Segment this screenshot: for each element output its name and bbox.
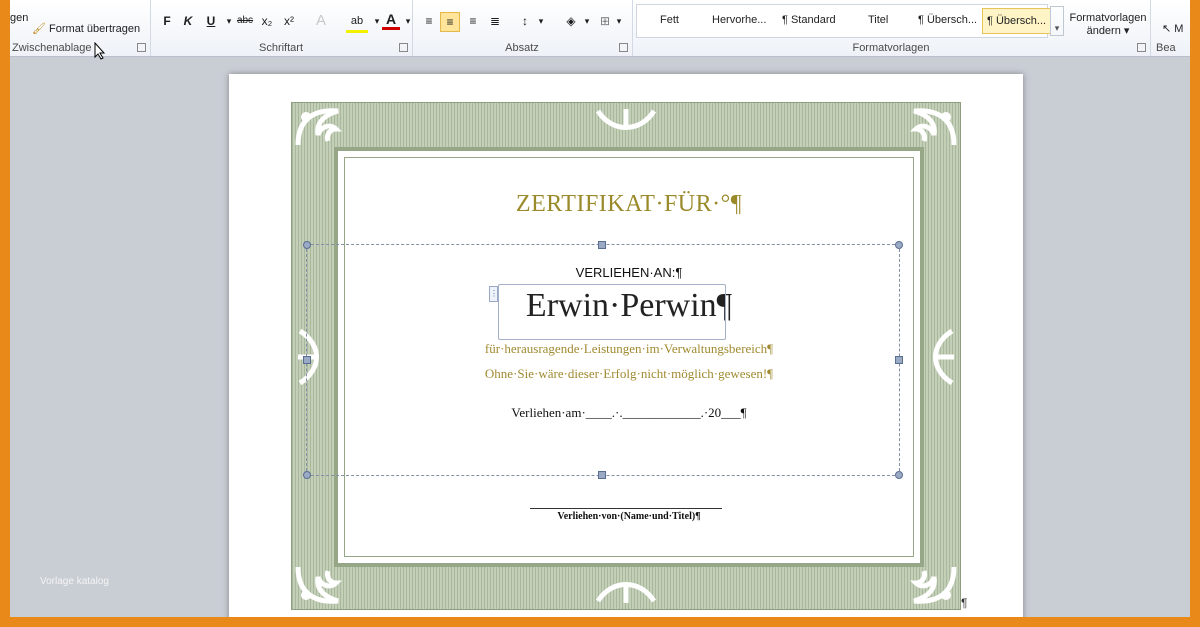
format-painter-label: Format übertragen — [49, 23, 141, 35]
bold-button[interactable]: F — [158, 12, 176, 30]
resize-handle[interactable] — [303, 241, 311, 249]
resize-handle[interactable] — [598, 241, 606, 249]
change-styles-label-1: Formatvorlagen — [1069, 12, 1147, 24]
highlight-button[interactable]: ab — [346, 12, 368, 33]
paragraph-group-label: Absatz — [505, 42, 539, 54]
resize-handle[interactable] — [598, 471, 606, 479]
cursor-icon: ↖ — [1162, 23, 1172, 35]
format-painter-button[interactable]: 🖌 Format übertragen — [32, 22, 140, 35]
field-handle-icon[interactable]: ⋮ — [489, 286, 498, 302]
editing-group-label: Bea — [1156, 42, 1176, 54]
font-color-button[interactable]: A — [382, 12, 400, 30]
superscript-button[interactable]: x² — [280, 12, 298, 30]
subscript-button[interactable]: x₂ — [258, 12, 276, 30]
signature-label[interactable]: Verliehen·von·(Name·und·Titel)¶ — [338, 511, 920, 522]
strikethrough-button[interactable]: abc — [236, 12, 254, 30]
font-launcher-icon[interactable] — [399, 43, 408, 52]
shading-dropdown-icon[interactable]: ▾ — [578, 12, 596, 30]
change-styles-button[interactable]: Formatvorlagen ändern ▾ — [1068, 12, 1148, 37]
resize-handle[interactable] — [895, 356, 903, 364]
align-right-icon[interactable]: ≡ — [464, 12, 482, 30]
styles-group: Fett Hervorhe... ¶ Standard Titel ¶ Über… — [632, 0, 1151, 56]
mouse-pointer-icon — [94, 42, 106, 60]
corner-ornament-icon — [295, 108, 343, 146]
top-ornament-icon — [595, 109, 657, 130]
brush-icon: 🖌 — [32, 23, 46, 35]
justify-icon[interactable]: ≣ — [486, 12, 504, 30]
font-group-label: Schriftart — [258, 42, 303, 54]
clipboard-group-label: Zwischenablage — [12, 42, 92, 54]
clipboard-launcher-icon[interactable] — [137, 43, 146, 52]
resize-handle[interactable] — [303, 471, 311, 479]
underline-button[interactable]: U — [202, 12, 220, 30]
change-styles-label-2: ändern ▾ — [1086, 25, 1130, 37]
certificate-title[interactable]: ZERTIFIKAT·FÜR·°¶ — [338, 191, 920, 218]
align-left-icon[interactable]: ≡ — [420, 12, 438, 30]
corner-ornament-icon — [295, 566, 343, 604]
textbox-selection[interactable] — [306, 244, 900, 476]
pilcrow-bottom: ¶ — [961, 596, 968, 610]
styles-more-icon[interactable]: ▾ — [1050, 6, 1064, 36]
align-center-icon[interactable]: ≡ — [440, 12, 460, 32]
document-page[interactable]: ¶ ¶ — [229, 74, 1023, 617]
right-ornament-icon — [933, 328, 954, 386]
style-hervorhebung[interactable]: Hervorhe... — [712, 8, 766, 32]
borders-dropdown-icon[interactable]: ▾ — [610, 12, 628, 30]
paragraph-group: ≡ ≡ ≡ ≣ ↕ ▾ ◈ ▾ ⊞ ▾ Absatz — [412, 0, 633, 56]
text-effects-button[interactable]: A — [312, 12, 330, 30]
corner-ornament-icon — [909, 108, 957, 146]
bottom-ornament-icon — [595, 582, 657, 603]
ribbon: gen 🖌 Format übertragen Zwischenablage F… — [10, 0, 1190, 57]
paragraph-launcher-icon[interactable] — [619, 43, 628, 52]
style-standard[interactable]: ¶ Standard — [782, 8, 836, 32]
styles-group-label: Formatvorlagen — [852, 42, 930, 54]
paste-button-partial[interactable]: gen — [10, 12, 28, 24]
watermark: Vorlage katalog — [40, 576, 109, 587]
select-label: M — [1174, 23, 1184, 35]
line-spacing-dropdown-icon[interactable]: ▾ — [532, 12, 550, 30]
select-button[interactable]: ↖ M — [1162, 22, 1183, 35]
style-ueberschrift-2[interactable]: ¶ Übersch... — [982, 8, 1052, 34]
style-fett[interactable]: Fett — [660, 8, 679, 32]
style-ueberschrift-1[interactable]: ¶ Übersch... — [918, 8, 977, 32]
resize-handle[interactable] — [895, 471, 903, 479]
word-window: gen 🖌 Format übertragen Zwischenablage F… — [10, 0, 1190, 617]
style-titel[interactable]: Titel — [868, 8, 888, 32]
corner-ornament-icon — [909, 566, 957, 604]
styles-launcher-icon[interactable] — [1137, 43, 1146, 52]
signature-line — [530, 508, 722, 509]
name-field-box[interactable] — [498, 284, 726, 340]
font-group: F K U ▾ abc x₂ x² A ab ▾ A ▾ Schriftart — [150, 0, 413, 56]
editing-group: ↖ M Bea — [1150, 0, 1190, 56]
resize-handle[interactable] — [303, 356, 311, 364]
resize-handle[interactable] — [895, 241, 903, 249]
italic-button[interactable]: K — [179, 12, 197, 30]
clipboard-group: gen 🖌 Format übertragen Zwischenablage — [10, 0, 151, 56]
